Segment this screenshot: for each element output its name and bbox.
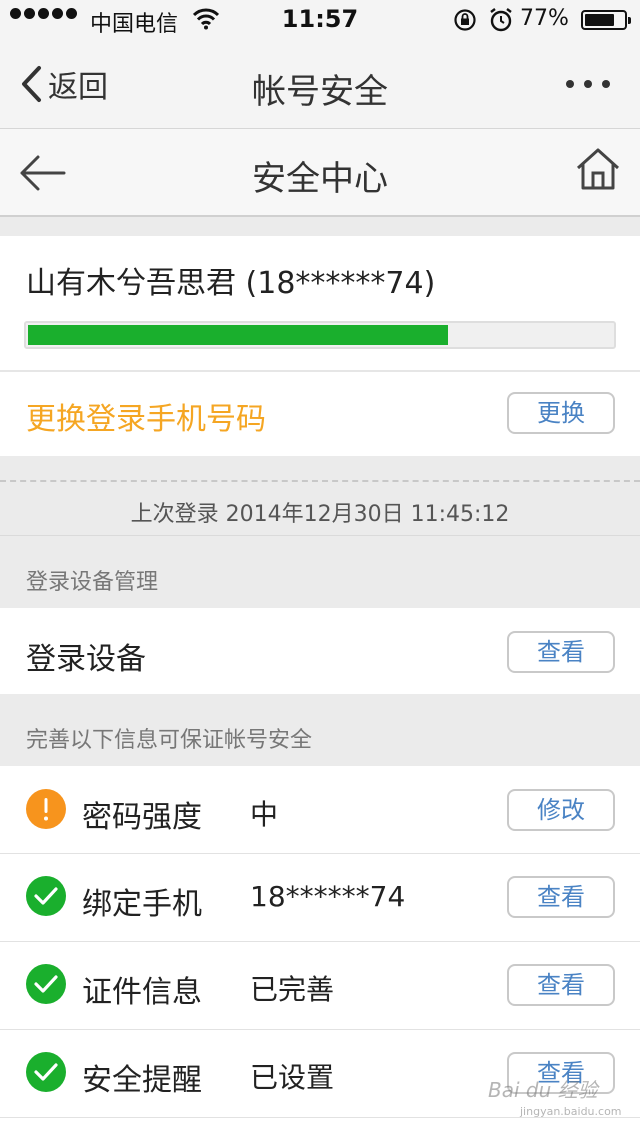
device-section-header: 登录设备管理 <box>26 570 159 595</box>
battery-percent: 77% <box>520 6 569 31</box>
id-info-value: 已完善 <box>250 973 335 1006</box>
page-title: 帐号安全 <box>252 72 388 112</box>
login-device-label: 登录设备 <box>26 642 146 677</box>
battery-icon <box>581 10 631 30</box>
change-phone-label[interactable]: 更换登录手机号码 <box>26 394 266 438</box>
check-icon <box>26 1052 66 1092</box>
divider <box>0 535 640 536</box>
dashed-divider <box>0 480 640 482</box>
last-login-info: 上次登录 2014年12月30日 11:45:12 <box>130 502 510 527</box>
bound-phone-value: 18******74 <box>250 880 406 913</box>
bound-phone-label: 绑定手机 <box>82 887 202 922</box>
baidu-watermark-logo: Bai du 经验 <box>488 1078 598 1102</box>
baidu-watermark-url: jingyan.baidu.com <box>520 1105 622 1118</box>
view-devices-button[interactable]: 查看 <box>507 631 615 673</box>
divider <box>0 853 640 854</box>
more-dots-icon <box>566 80 574 88</box>
view-phone-button[interactable]: 查看 <box>507 876 615 918</box>
home-icon[interactable] <box>575 146 621 192</box>
divider <box>0 1029 640 1030</box>
login-device-row[interactable]: 登录设备 查看 <box>0 608 640 694</box>
security-level-bar <box>24 321 616 349</box>
alarm-icon <box>490 8 512 32</box>
screen: 中国电信 11:57 77% 返回 帐号安全 安全中心 山有木兮吾思君 (18*… <box>0 0 640 1136</box>
change-phone-button[interactable]: 更换 <box>507 392 615 434</box>
status-bar: 中国电信 11:57 77% <box>0 0 640 40</box>
check-icon <box>26 964 66 1004</box>
security-alert-value: 已设置 <box>250 1061 335 1094</box>
security-level-fill <box>28 325 448 345</box>
account-card: 山有木兮吾思君 (18******74) 更换登录手机号码 更换 <box>0 236 640 456</box>
rotation-lock-icon <box>454 9 476 31</box>
divider <box>0 941 640 942</box>
divider <box>0 370 640 372</box>
info-section-header: 完善以下信息可保证帐号安全 <box>26 728 313 753</box>
security-center-title: 安全中心 <box>252 159 388 199</box>
password-strength-label: 密码强度 <box>82 800 202 835</box>
warning-exclamation-icon <box>26 789 66 829</box>
security-center-header: 安全中心 <box>0 129 640 217</box>
more-options-button[interactable] <box>566 80 610 88</box>
navigation-bar: 返回 帐号安全 <box>0 40 640 129</box>
modify-password-button[interactable]: 修改 <box>507 789 615 831</box>
account-name: 山有木兮吾思君 (18******74) <box>26 266 436 301</box>
password-strength-value: 中 <box>250 798 279 831</box>
battery-level-fill <box>585 14 614 26</box>
security-alert-label: 安全提醒 <box>82 1063 202 1098</box>
view-id-button[interactable]: 查看 <box>507 964 615 1006</box>
id-info-label: 证件信息 <box>82 975 202 1010</box>
check-icon <box>26 876 66 916</box>
